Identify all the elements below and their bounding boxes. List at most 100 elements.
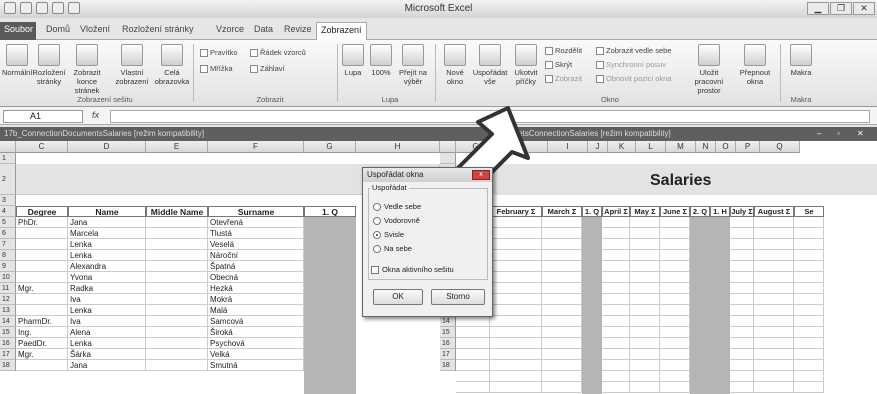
- table-cell[interactable]: [146, 239, 208, 250]
- table-cell[interactable]: [602, 261, 630, 272]
- table-cell[interactable]: [146, 272, 208, 283]
- month-header[interactable]: 1. H: [710, 206, 730, 217]
- table-cell[interactable]: [730, 272, 754, 283]
- column-header[interactable]: D: [68, 141, 146, 153]
- month-header[interactable]: April Σ: [602, 206, 630, 217]
- table-cell[interactable]: [660, 272, 690, 283]
- zoom-button[interactable]: Lupa: [340, 42, 366, 77]
- macros-button[interactable]: Makra: [786, 42, 816, 77]
- column-header[interactable]: H: [356, 141, 440, 153]
- table-cell[interactable]: [660, 250, 690, 261]
- row-header[interactable]: 14: [440, 316, 456, 327]
- table-cell[interactable]: [754, 250, 794, 261]
- month-header[interactable]: 2. Q: [690, 206, 710, 217]
- table-cell[interactable]: Iva: [68, 316, 146, 327]
- month-header[interactable]: July Σ: [730, 206, 754, 217]
- row-header[interactable]: [440, 153, 456, 164]
- table-cell[interactable]: [794, 283, 824, 294]
- table-cell[interactable]: [490, 360, 542, 371]
- table-cell[interactable]: [456, 316, 490, 327]
- tab-review[interactable]: Revize: [280, 22, 316, 40]
- tab-insert[interactable]: Vložení: [76, 22, 114, 40]
- month-header[interactable]: June Σ: [660, 206, 690, 217]
- tab-page-layout[interactable]: Rozložení stránky: [118, 22, 198, 40]
- table-cell[interactable]: [754, 239, 794, 250]
- table-cell[interactable]: [16, 239, 68, 250]
- table-cell[interactable]: Yvona: [68, 272, 146, 283]
- row-header[interactable]: 10: [0, 272, 16, 283]
- table-cell[interactable]: [16, 360, 68, 371]
- table-cell[interactable]: [146, 316, 208, 327]
- table-cell[interactable]: [542, 250, 582, 261]
- ok-button[interactable]: OK: [373, 289, 423, 305]
- table-cell[interactable]: [146, 250, 208, 261]
- table-cell[interactable]: [456, 360, 490, 371]
- table-cell[interactable]: [754, 217, 794, 228]
- table-cell[interactable]: [490, 316, 542, 327]
- table-cell[interactable]: [660, 294, 690, 305]
- row-header[interactable]: 17: [0, 349, 16, 360]
- tab-formulas[interactable]: Vzorce: [212, 22, 248, 40]
- header-q1[interactable]: 1. Q: [304, 206, 356, 217]
- table-cell[interactable]: [16, 294, 68, 305]
- table-cell[interactable]: [456, 338, 490, 349]
- table-cell[interactable]: [490, 250, 542, 261]
- table-cell[interactable]: Mgr.: [16, 283, 68, 294]
- month-header[interactable]: February Σ: [490, 206, 542, 217]
- save-workspace-button[interactable]: Uložit pracovní prostor: [685, 42, 733, 95]
- table-cell[interactable]: [794, 272, 824, 283]
- table-cell[interactable]: Smutná: [208, 360, 304, 371]
- table-cell[interactable]: [16, 272, 68, 283]
- table-cell[interactable]: [660, 349, 690, 360]
- table-cell[interactable]: Mgr.: [16, 349, 68, 360]
- table-cell[interactable]: [660, 228, 690, 239]
- radio-vertical[interactable]: Svisle: [373, 230, 404, 240]
- table-cell[interactable]: [730, 349, 754, 360]
- table-cell[interactable]: [602, 294, 630, 305]
- column-header[interactable]: F: [208, 141, 304, 153]
- table-cell[interactable]: Samcová: [208, 316, 304, 327]
- row-header[interactable]: 1: [0, 153, 16, 164]
- table-cell[interactable]: [794, 294, 824, 305]
- table-cell[interactable]: [630, 349, 660, 360]
- table-cell[interactable]: Velká: [208, 349, 304, 360]
- table-cell[interactable]: [660, 217, 690, 228]
- table-cell[interactable]: [730, 217, 754, 228]
- column-header[interactable]: E: [146, 141, 208, 153]
- active-workbook-checkbox[interactable]: Okna aktivního sešitu: [371, 265, 454, 275]
- table-cell[interactable]: [456, 371, 490, 382]
- header-name[interactable]: Name: [68, 206, 146, 217]
- month-header[interactable]: March Σ: [542, 206, 582, 217]
- table-cell[interactable]: [490, 382, 542, 393]
- table-cell[interactable]: Šárka: [68, 349, 146, 360]
- radio-cascade[interactable]: Na sebe: [373, 244, 412, 254]
- table-cell[interactable]: [794, 338, 824, 349]
- tab-home[interactable]: Domů: [42, 22, 74, 40]
- restore-icon[interactable]: ❐: [830, 2, 852, 15]
- table-cell[interactable]: [660, 360, 690, 371]
- table-cell[interactable]: [630, 217, 660, 228]
- column-header[interactable]: Q: [760, 141, 800, 153]
- column-header[interactable]: G: [456, 141, 496, 153]
- close-icon[interactable]: ✕: [853, 2, 875, 15]
- table-cell[interactable]: [542, 349, 582, 360]
- radio-tiled[interactable]: Vedle sebe: [373, 202, 421, 212]
- headings-checkbox[interactable]: Záhlaví: [250, 64, 285, 74]
- table-cell[interactable]: [730, 239, 754, 250]
- table-cell[interactable]: [602, 349, 630, 360]
- minimize-icon[interactable]: ▁: [807, 2, 829, 15]
- page-layout-view-button[interactable]: Rozložení stránky: [32, 42, 66, 86]
- table-cell[interactable]: [602, 360, 630, 371]
- table-cell[interactable]: [456, 327, 490, 338]
- column-header[interactable]: N: [696, 141, 716, 153]
- table-cell[interactable]: [602, 371, 630, 382]
- table-cell[interactable]: [490, 217, 542, 228]
- minimize-icon[interactable]: –: [817, 127, 821, 141]
- table-cell[interactable]: [660, 305, 690, 316]
- table-cell[interactable]: [146, 349, 208, 360]
- table-cell[interactable]: [146, 305, 208, 316]
- row-header[interactable]: 13: [0, 305, 16, 316]
- table-cell[interactable]: [146, 360, 208, 371]
- select-all-corner[interactable]: [0, 141, 16, 153]
- table-cell[interactable]: [660, 316, 690, 327]
